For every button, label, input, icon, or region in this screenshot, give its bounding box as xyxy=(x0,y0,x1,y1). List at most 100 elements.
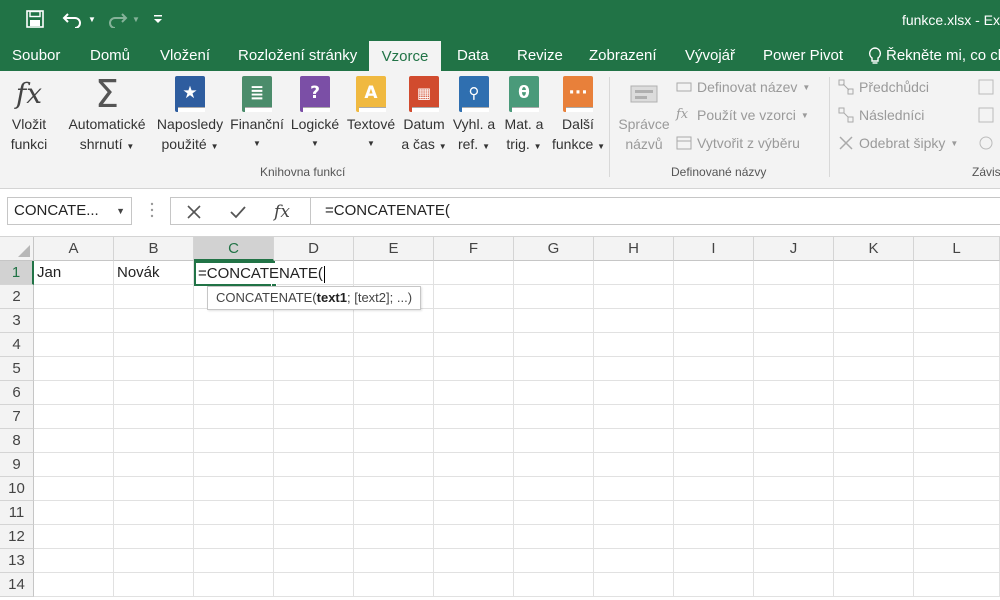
grid-cell[interactable] xyxy=(434,429,514,453)
grid-cell[interactable] xyxy=(594,261,674,285)
row-header-3[interactable]: 3 xyxy=(0,309,34,333)
grid-cell[interactable] xyxy=(674,573,754,597)
grid-cell[interactable] xyxy=(754,525,834,549)
column-header-i[interactable]: I xyxy=(674,237,754,261)
create-from-selection-button[interactable]: Vytvořit z výběru xyxy=(676,135,800,151)
grid-cell[interactable] xyxy=(834,453,914,477)
grid-cell[interactable] xyxy=(114,333,194,357)
grid-cell[interactable] xyxy=(114,453,194,477)
grid-cell[interactable] xyxy=(434,381,514,405)
grid-cell[interactable] xyxy=(354,309,434,333)
trace-dependents-button[interactable]: Následníci xyxy=(838,107,924,123)
grid-cell[interactable] xyxy=(914,573,1000,597)
column-header-a[interactable]: A xyxy=(34,237,114,261)
grid-cell[interactable] xyxy=(114,477,194,501)
grid-cell[interactable] xyxy=(354,573,434,597)
grid-cell[interactable] xyxy=(674,405,754,429)
grid-cell[interactable] xyxy=(674,501,754,525)
grid-cell[interactable] xyxy=(914,477,1000,501)
grid-cell[interactable] xyxy=(754,357,834,381)
grid-cell[interactable] xyxy=(354,357,434,381)
column-header-e[interactable]: E xyxy=(354,237,434,261)
cell-b1[interactable]: Novák xyxy=(114,261,194,285)
grid-cell[interactable] xyxy=(834,381,914,405)
row-header-13[interactable]: 13 xyxy=(0,549,34,573)
grid-cell[interactable] xyxy=(354,405,434,429)
grid-cell[interactable] xyxy=(754,309,834,333)
save-icon[interactable] xyxy=(24,8,46,30)
row-header-1[interactable]: 1 xyxy=(0,261,34,285)
grid-cell[interactable] xyxy=(674,309,754,333)
grid-cell[interactable] xyxy=(594,405,674,429)
grid-cell[interactable] xyxy=(434,333,514,357)
grid-cell[interactable] xyxy=(834,501,914,525)
grid-cell[interactable] xyxy=(914,309,1000,333)
tab-vzorce[interactable]: Vzorce xyxy=(369,41,441,71)
grid-cell[interactable] xyxy=(114,405,194,429)
grid-cell[interactable] xyxy=(594,501,674,525)
grid-cell[interactable] xyxy=(514,429,594,453)
insert-function-icon[interactable]: fx xyxy=(267,200,297,224)
grid-cell[interactable] xyxy=(834,309,914,333)
grid-cell[interactable] xyxy=(594,549,674,573)
row-header-7[interactable]: 7 xyxy=(0,405,34,429)
row-header-2[interactable]: 2 xyxy=(0,285,34,309)
grid-cell[interactable] xyxy=(754,501,834,525)
text-functions-button[interactable]: A Textové ▼ xyxy=(344,76,398,154)
grid-cell[interactable] xyxy=(194,453,274,477)
grid-cell[interactable] xyxy=(914,381,1000,405)
grid-cell[interactable] xyxy=(914,453,1000,477)
grid-cell[interactable] xyxy=(114,501,194,525)
grid-cell[interactable] xyxy=(434,573,514,597)
grid-cell[interactable] xyxy=(194,549,274,573)
grid-cell[interactable] xyxy=(594,573,674,597)
grid-cell[interactable] xyxy=(834,573,914,597)
grid-cell[interactable] xyxy=(274,501,354,525)
name-manager-button[interactable]: Správce názvů xyxy=(616,76,672,154)
autosum-button[interactable]: Σ Automatické shrnutí ▼ xyxy=(64,75,150,157)
grid-cell[interactable] xyxy=(514,453,594,477)
more-functions-button[interactable]: ··· Další funkce ▼ xyxy=(552,76,605,157)
grid-cell[interactable] xyxy=(354,333,434,357)
row-header-12[interactable]: 12 xyxy=(0,525,34,549)
undo-dropdown-icon[interactable]: ▼ xyxy=(87,8,97,30)
grid-cell[interactable] xyxy=(754,429,834,453)
grid-cell[interactable] xyxy=(674,549,754,573)
tab-zobrazeni[interactable]: Zobrazení xyxy=(589,40,657,71)
grid-cell[interactable] xyxy=(914,525,1000,549)
grid-cell[interactable] xyxy=(34,429,114,453)
grid-cell[interactable] xyxy=(674,477,754,501)
grid-cell[interactable] xyxy=(34,285,114,309)
grid-cell[interactable] xyxy=(434,477,514,501)
grid-cell[interactable] xyxy=(674,333,754,357)
grid-cell[interactable] xyxy=(754,453,834,477)
grid-cell[interactable] xyxy=(514,309,594,333)
grid-cell[interactable] xyxy=(434,549,514,573)
redo-dropdown-icon[interactable]: ▼ xyxy=(131,8,141,30)
grid-cell[interactable] xyxy=(194,573,274,597)
grid-cell[interactable] xyxy=(194,357,274,381)
grid-cell[interactable] xyxy=(114,309,194,333)
grid-cell[interactable] xyxy=(514,573,594,597)
column-header-k[interactable]: K xyxy=(834,237,914,261)
grid-cell[interactable] xyxy=(754,405,834,429)
grid-cell[interactable] xyxy=(274,573,354,597)
row-header-11[interactable]: 11 xyxy=(0,501,34,525)
row-header-6[interactable]: 6 xyxy=(0,381,34,405)
tab-soubor[interactable]: Soubor xyxy=(12,40,60,71)
grid-cell[interactable] xyxy=(34,357,114,381)
grid-cell[interactable] xyxy=(834,525,914,549)
grid-cell[interactable] xyxy=(514,285,594,309)
row-header-4[interactable]: 4 xyxy=(0,333,34,357)
grid-cell[interactable] xyxy=(274,381,354,405)
grid-cell[interactable] xyxy=(34,453,114,477)
grid-cell[interactable] xyxy=(194,501,274,525)
grid-cell[interactable] xyxy=(34,381,114,405)
resize-handle-icon[interactable] xyxy=(150,201,154,219)
grid-cell[interactable] xyxy=(594,285,674,309)
grid-cell[interactable] xyxy=(754,261,834,285)
grid-cell[interactable] xyxy=(514,477,594,501)
column-header-f[interactable]: F xyxy=(434,237,514,261)
grid-cell[interactable] xyxy=(594,333,674,357)
evaluate-formula-icon[interactable] xyxy=(978,135,994,151)
